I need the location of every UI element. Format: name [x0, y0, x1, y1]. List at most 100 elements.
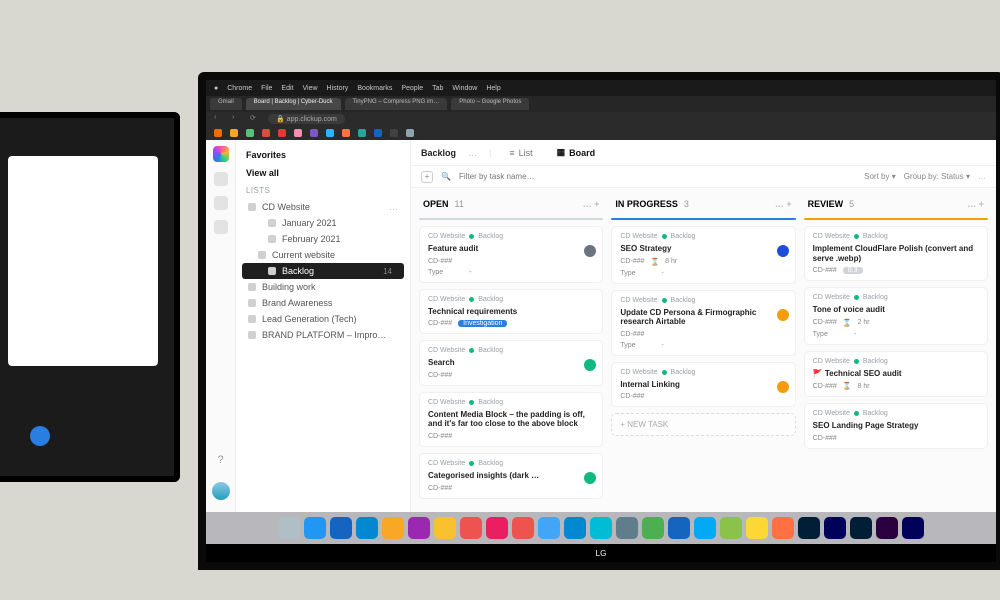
sidebar-item[interactable]: BRAND PLATFORM – Impro… [236, 327, 410, 343]
new-task-button[interactable]: + NEW TASK [611, 413, 795, 436]
dock-app-icon[interactable] [798, 517, 820, 539]
dock-app-icon[interactable] [850, 517, 872, 539]
menu-bookmarks[interactable]: Bookmarks [357, 85, 392, 92]
task-card[interactable]: CD Website BacklogUpdate CD Persona & Fi… [611, 290, 795, 356]
menu-view[interactable]: View [302, 85, 317, 92]
bookmark-item[interactable] [278, 129, 286, 137]
assignee-avatar[interactable] [584, 359, 596, 371]
dock-app-icon[interactable] [486, 517, 508, 539]
dock-app-icon[interactable] [720, 517, 742, 539]
browser-tab[interactable]: Photo – Google Photos [451, 98, 529, 110]
menu-help[interactable]: Help [486, 85, 500, 92]
menu-history[interactable]: History [327, 85, 349, 92]
assignee-avatar[interactable] [777, 381, 789, 393]
task-card[interactable]: CD Website BacklogTone of voice auditCD-… [804, 287, 988, 345]
dock-app-icon[interactable] [668, 517, 690, 539]
task-card[interactable]: CD Website BacklogTechnical requirements… [419, 289, 603, 335]
task-card[interactable]: CD Website BacklogSearchCD-### [419, 340, 603, 386]
menubar-app[interactable]: Chrome [227, 85, 252, 92]
dock-app-icon[interactable] [460, 517, 482, 539]
dock-app-icon[interactable] [304, 517, 326, 539]
bookmark-item[interactable] [326, 129, 334, 137]
dock-app-icon[interactable] [902, 517, 924, 539]
assignee-avatar[interactable] [777, 245, 789, 257]
bookmark-item[interactable] [406, 129, 414, 137]
back-icon[interactable]: ‹ [214, 114, 224, 124]
dock-app-icon[interactable] [434, 517, 456, 539]
dock-app-icon[interactable] [694, 517, 716, 539]
menu-file[interactable]: File [261, 85, 272, 92]
dock-app-icon[interactable] [356, 517, 378, 539]
add-filter-button[interactable]: + [421, 171, 433, 183]
dock-app-icon[interactable] [564, 517, 586, 539]
rail-notifications-icon[interactable] [214, 196, 228, 210]
dock-app-icon[interactable] [772, 517, 794, 539]
filter-more-icon[interactable]: … [978, 172, 986, 181]
task-card[interactable]: CD Website BacklogContent Media Block – … [419, 392, 603, 447]
breadcrumb-more-icon[interactable]: … [468, 148, 477, 158]
task-card[interactable]: CD Website BacklogInternal LinkingCD-### [611, 362, 795, 408]
column-more-icon[interactable]: … + [583, 199, 600, 209]
search-icon[interactable]: 🔍 [441, 172, 451, 181]
assignee-avatar[interactable] [584, 472, 596, 484]
dock-app-icon[interactable] [876, 517, 898, 539]
column-header[interactable]: OPEN 11… + [419, 196, 603, 212]
address-bar[interactable]: 🔒 app.clickup.com [268, 114, 345, 124]
column-header[interactable]: IN PROGRESS 3… + [611, 196, 795, 212]
help-icon[interactable]: ? [217, 454, 223, 466]
sidebar-space[interactable]: CD Website … [236, 199, 410, 215]
reload-icon[interactable]: ⟳ [250, 114, 260, 124]
task-card[interactable]: CD Website BacklogImplement CloudFlare P… [804, 226, 988, 281]
breadcrumb[interactable]: Backlog [421, 148, 456, 158]
dock-app-icon[interactable] [642, 517, 664, 539]
sidebar-item[interactable]: January 2021 [236, 215, 410, 231]
apple-icon[interactable]: ● [214, 85, 218, 92]
dock-app-icon[interactable] [824, 517, 846, 539]
bookmark-item[interactable] [374, 129, 382, 137]
sidebar-item[interactable]: Backlog14 [242, 263, 404, 279]
bookmark-item[interactable] [262, 129, 270, 137]
clickup-logo-icon[interactable] [213, 146, 229, 162]
sidebar-view-all[interactable]: View all [236, 164, 410, 182]
column-more-icon[interactable]: … + [775, 199, 792, 209]
assignee-avatar[interactable] [584, 245, 596, 257]
column-more-icon[interactable]: … + [967, 199, 984, 209]
view-list[interactable]: ≡ List [503, 146, 538, 160]
dock-app-icon[interactable] [538, 517, 560, 539]
task-card[interactable]: CD Website BacklogSEO Landing Page Strat… [804, 403, 988, 449]
dock-app-icon[interactable] [616, 517, 638, 539]
view-board[interactable]: ▦ Board [551, 145, 602, 160]
rail-goals-icon[interactable] [214, 220, 228, 234]
dock-app-icon[interactable] [382, 517, 404, 539]
menu-edit[interactable]: Edit [281, 85, 293, 92]
browser-tab[interactable]: Gmail [210, 98, 242, 110]
task-card[interactable]: CD Website BacklogFeature auditCD-###Typ… [419, 226, 603, 283]
column-header[interactable]: REVIEW 5… + [804, 196, 988, 212]
user-avatar[interactable] [212, 482, 230, 500]
browser-tab[interactable]: TinyPNG – Compress PNG im… [345, 98, 448, 110]
sidebar-item[interactable]: Building work [236, 279, 410, 295]
sidebar-item[interactable]: Lead Generation (Tech) [236, 311, 410, 327]
task-card[interactable]: CD Website Backlog🚩 Technical SEO auditC… [804, 351, 988, 398]
dock-app-icon[interactable] [278, 517, 300, 539]
task-card[interactable]: CD Website BacklogCategorised insights (… [419, 453, 603, 499]
dock-app-icon[interactable] [746, 517, 768, 539]
dock-app-icon[interactable] [512, 517, 534, 539]
dock-app-icon[interactable] [330, 517, 352, 539]
bookmark-item[interactable] [358, 129, 366, 137]
filter-input[interactable] [459, 172, 579, 181]
bookmark-item[interactable] [230, 129, 238, 137]
bookmark-item[interactable] [246, 129, 254, 137]
browser-tab[interactable]: Board | Backlog | Cyber-Duck [246, 98, 341, 110]
sidebar-item[interactable]: Brand Awareness [236, 295, 410, 311]
assignee-avatar[interactable] [777, 309, 789, 321]
dock-app-icon[interactable] [590, 517, 612, 539]
rail-home-icon[interactable] [214, 172, 228, 186]
bookmark-item[interactable] [342, 129, 350, 137]
sidebar-item[interactable]: Current website [236, 247, 410, 263]
bookmark-item[interactable] [390, 129, 398, 137]
menu-people[interactable]: People [401, 85, 423, 92]
menu-window[interactable]: Window [452, 85, 477, 92]
task-card[interactable]: CD Website BacklogSEO StrategyCD-### ⌛8 … [611, 226, 795, 284]
menu-tab[interactable]: Tab [432, 85, 443, 92]
